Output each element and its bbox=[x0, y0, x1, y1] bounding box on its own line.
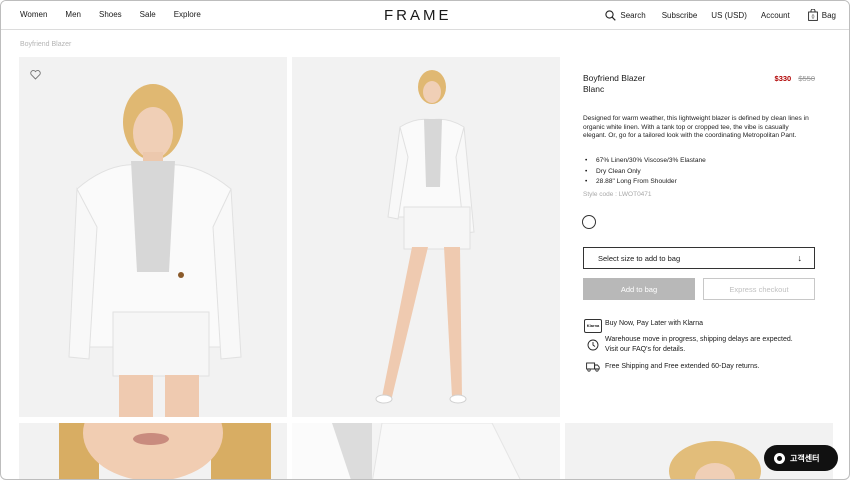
region-selector[interactable]: US (USD) bbox=[711, 11, 747, 20]
clock-icon bbox=[587, 339, 599, 350]
truck-icon bbox=[586, 362, 600, 372]
nav-shoes[interactable]: Shoes bbox=[99, 10, 122, 19]
account-link[interactable]: Account bbox=[761, 11, 790, 20]
nav-explore[interactable]: Explore bbox=[174, 10, 201, 19]
support-label: 고객센터 bbox=[790, 453, 820, 463]
klarna-perk: Klarna Buy Now, Pay Later with Klarna bbox=[583, 319, 704, 333]
chat-icon bbox=[774, 452, 785, 464]
search-button[interactable]: Search bbox=[605, 9, 646, 21]
customer-support-button[interactable]: 고객센터 bbox=[764, 445, 838, 471]
style-code: Style code : LWOT0471 bbox=[583, 191, 652, 198]
detail-item: 28.88" Long From Shoulder bbox=[583, 177, 706, 188]
express-checkout-button[interactable]: Express checkout bbox=[703, 278, 815, 300]
search-label: Search bbox=[620, 10, 646, 20]
klarna-icon: Klarna bbox=[583, 319, 603, 333]
bag-button[interactable]: 0 Bag bbox=[807, 9, 836, 21]
product-image-full-length[interactable] bbox=[292, 57, 560, 417]
size-select[interactable]: Select size to add to bag ↓ bbox=[583, 247, 815, 269]
product-image-detail-face[interactable] bbox=[19, 423, 287, 479]
product-description: Designed for warm weather, this lightwei… bbox=[583, 115, 809, 140]
product-color: Blanc bbox=[583, 84, 605, 94]
brand-logo[interactable]: FRAME bbox=[384, 7, 452, 24]
subscribe-link[interactable]: Subscribe bbox=[662, 11, 698, 20]
shipping-perk: Free Shipping and Free extended 60-Day r… bbox=[585, 362, 759, 372]
page: Women Men Shoes Sale Explore FRAME Searc… bbox=[0, 0, 850, 480]
product-details: 67% Linen/30% Viscose/3% Elastane Dry Cl… bbox=[583, 156, 706, 188]
bag-icon: 0 bbox=[807, 9, 818, 21]
nav-women[interactable]: Women bbox=[20, 10, 47, 19]
product-image-detail-lapel[interactable] bbox=[292, 423, 560, 479]
klarna-text: Buy Now, Pay Later with Klarna bbox=[605, 320, 704, 327]
detail-item: Dry Clean Only bbox=[583, 167, 706, 178]
faq-link[interactable]: Visit our FAQ's for details. bbox=[605, 345, 793, 355]
model-face-closeup bbox=[19, 423, 287, 479]
blazer-lapel-closeup bbox=[292, 423, 560, 479]
nav-sale[interactable]: Sale bbox=[140, 10, 156, 19]
svg-text:0: 0 bbox=[811, 15, 814, 21]
warehouse-line-1: Warehouse move in progress, shipping del… bbox=[605, 336, 793, 343]
add-to-bag-button[interactable]: Add to bag bbox=[583, 278, 695, 300]
price-block: $330 $550 bbox=[775, 74, 815, 83]
site-header: Women Men Shoes Sale Explore FRAME Searc… bbox=[1, 1, 849, 30]
product-header: Boyfriend Blazer Blanc $330 $550 bbox=[583, 73, 815, 95]
arrow-down-icon: ↓ bbox=[797, 253, 803, 263]
color-swatch-blanc[interactable] bbox=[582, 215, 596, 229]
bag-label: Bag bbox=[821, 10, 836, 20]
utility-nav: Search Subscribe US (USD) Account 0 Bag bbox=[589, 9, 836, 21]
product-image-front[interactable] bbox=[19, 57, 287, 417]
nav-men[interactable]: Men bbox=[65, 10, 81, 19]
size-select-label: Select size to add to bag bbox=[598, 253, 681, 263]
search-icon bbox=[605, 9, 617, 21]
breadcrumb[interactable]: Boyfriend Blazer bbox=[20, 41, 71, 48]
model-front-illustration bbox=[19, 57, 287, 417]
original-price: $550 bbox=[798, 74, 815, 83]
wishlist-button[interactable] bbox=[30, 67, 41, 85]
heart-icon bbox=[30, 70, 41, 80]
detail-item: 67% Linen/30% Viscose/3% Elastane bbox=[583, 156, 706, 167]
main-nav: Women Men Shoes Sale Explore bbox=[20, 10, 219, 19]
shipping-text: Free Shipping and Free extended 60-Day r… bbox=[605, 363, 760, 370]
warehouse-notice: Warehouse move in progress, shipping del… bbox=[585, 335, 793, 354]
model-full-illustration bbox=[292, 57, 560, 417]
sale-price: $330 bbox=[774, 74, 792, 83]
